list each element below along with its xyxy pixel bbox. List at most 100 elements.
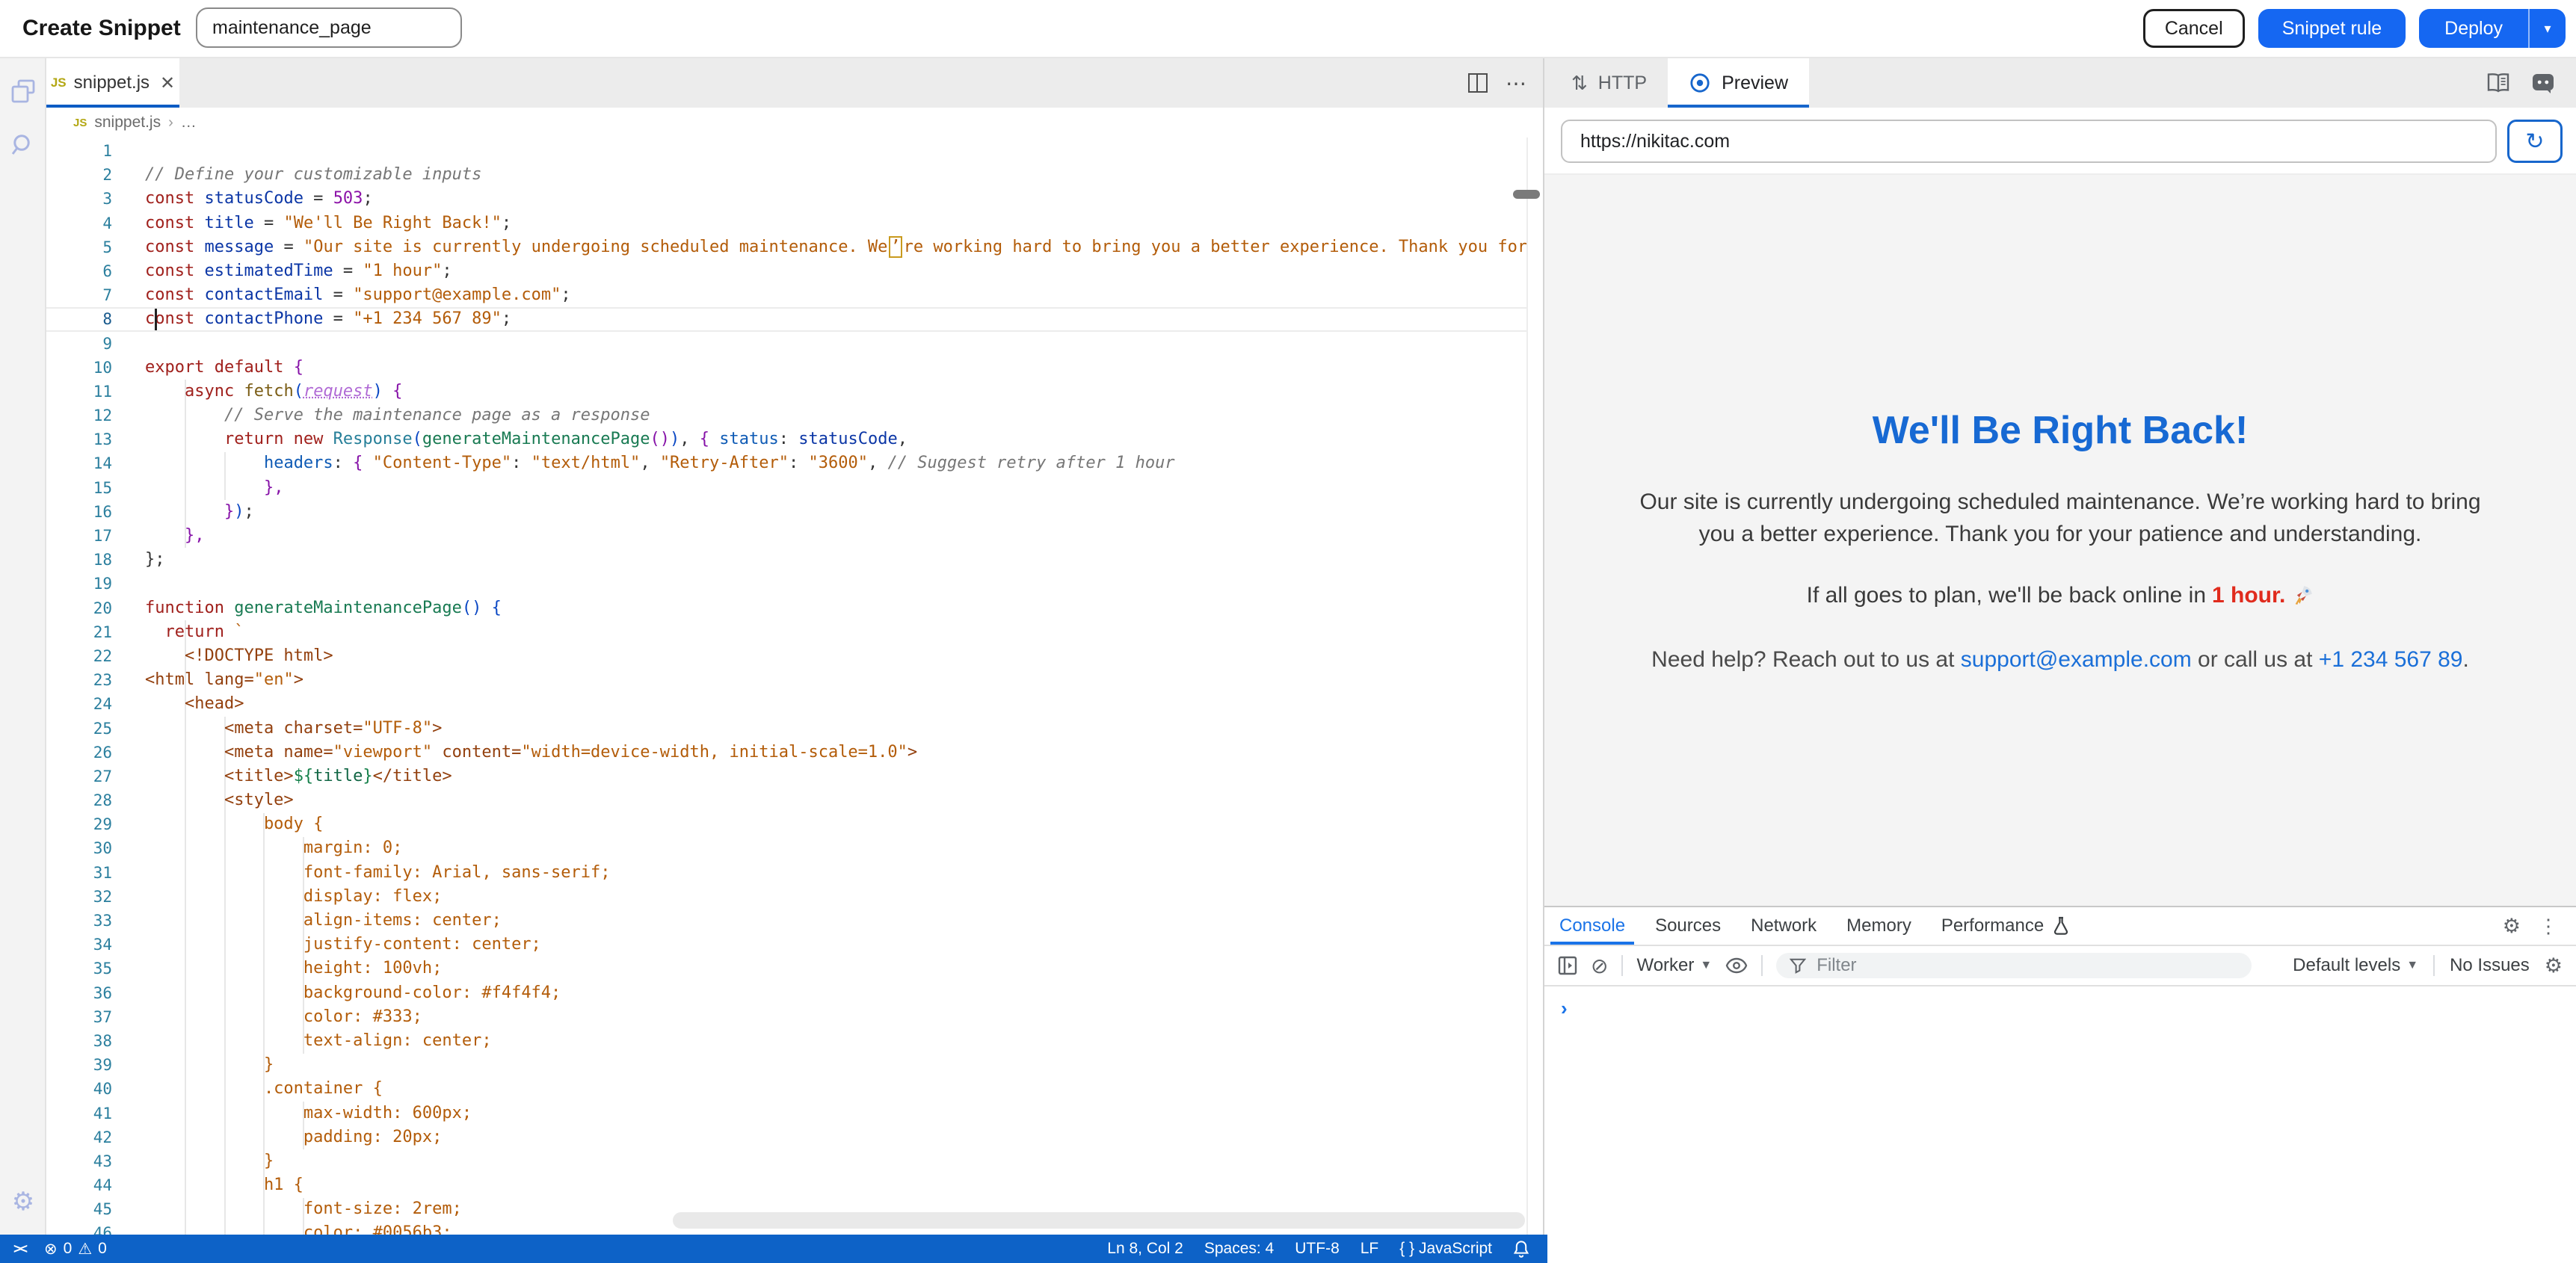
phone-link[interactable]: +1 234 567 89 (2319, 647, 2463, 672)
code-line[interactable]: 37 color: #333; (46, 1005, 1526, 1029)
code-line[interactable]: 7const contactEmail = "support@example.c… (46, 283, 1526, 307)
split-editor-icon[interactable] (1468, 73, 1488, 93)
log-levels-select[interactable]: Default levels ▼ (2293, 955, 2418, 976)
more-actions-icon[interactable]: ⋯ (1506, 71, 1528, 96)
code-line[interactable]: 21 return ` (46, 620, 1526, 644)
settings-gear-icon[interactable]: ⚙ (0, 1181, 46, 1223)
code-line[interactable]: 22 <!DOCTYPE html> (46, 644, 1526, 668)
docs-book-icon[interactable] (2486, 72, 2510, 93)
code-line[interactable]: 28 <style> (46, 788, 1526, 812)
code-line[interactable]: 32 display: flex; (46, 885, 1526, 909)
header: Create Snippet Cancel Snippet rule Deplo… (0, 0, 2576, 58)
code-line[interactable]: 3const statusCode = 503; (46, 187, 1526, 211)
code-line[interactable]: 13 return new Response(generateMaintenan… (46, 427, 1526, 451)
refresh-icon: ↻ (2525, 129, 2544, 155)
code-line[interactable]: 16 }); (46, 500, 1526, 524)
snippet-rule-button[interactable]: Snippet rule (2258, 9, 2406, 48)
devtools-tab-sources[interactable]: Sources (1640, 907, 1736, 945)
files-icon[interactable] (0, 70, 46, 112)
clear-console-icon[interactable]: ⊘ (1591, 954, 1608, 978)
code-line[interactable]: 39 } (46, 1053, 1526, 1077)
code-line[interactable]: 20function generateMaintenancePage() { (46, 596, 1526, 620)
encoding[interactable]: UTF-8 (1295, 1240, 1340, 1258)
problems-indicator[interactable]: ⊗0 ⚠0 (44, 1240, 107, 1259)
code-line[interactable]: 40 .container { (46, 1077, 1526, 1101)
code-line[interactable]: 33 align-items: center; (46, 909, 1526, 933)
code-line[interactable]: 18}; (46, 548, 1526, 572)
code-line[interactable]: 11 async fetch(request) { (46, 380, 1526, 404)
deploy-split-button: Deploy ▾ (2419, 9, 2566, 48)
devtools-settings-icon[interactable]: ⚙ (2503, 915, 2521, 938)
code-line[interactable]: 34 justify-content: center; (46, 933, 1526, 957)
console-filter-input[interactable]: Filter (1776, 953, 2252, 978)
code-line[interactable]: 5const message = "Our site is currently … (46, 235, 1526, 259)
status-bar: >< ⊗0 ⚠0 Ln 8, Col 2 Spaces: 4 UTF-8 LF … (0, 1235, 1547, 1263)
issues-counter[interactable]: No Issues (2450, 955, 2530, 976)
code-line[interactable]: 24 <head> (46, 692, 1526, 716)
devtools-tab-performance[interactable]: Performance (1926, 907, 2059, 945)
code-line[interactable]: 26 <meta name="viewport" content="width=… (46, 741, 1526, 765)
remote-indicator-icon[interactable]: >< (13, 1241, 26, 1257)
cursor-position[interactable]: Ln 8, Col 2 (1107, 1240, 1183, 1258)
code-line[interactable]: 44 h1 { (46, 1173, 1526, 1197)
code-line[interactable]: 36 background-color: #f4f4f4; (46, 981, 1526, 1005)
cancel-button[interactable]: Cancel (2143, 9, 2245, 48)
code-line[interactable]: 25 <meta charset="UTF-8"> (46, 717, 1526, 741)
devtools-tab-memory[interactable]: Memory (1831, 907, 1926, 945)
tab-preview[interactable]: Preview (1668, 58, 1809, 108)
search-icon[interactable] (0, 124, 46, 166)
code-line[interactable]: 23<html lang="en"> (46, 668, 1526, 692)
code-line[interactable]: 2// Define your customizable inputs (46, 163, 1526, 187)
error-icon: ⊗ (44, 1240, 58, 1259)
code-line[interactable]: 29 body { (46, 812, 1526, 836)
code-line[interactable]: 15 }, (46, 476, 1526, 500)
tab-http[interactable]: ⇅ HTTP (1550, 58, 1668, 108)
tab-snippet-js[interactable]: JS snippet.js ✕ (46, 58, 179, 108)
code-line[interactable]: 8const contactPhone = "+1 234 567 89"; (46, 307, 1526, 331)
code-line[interactable]: 6const estimatedTime = "1 hour"; (46, 259, 1526, 283)
code-line[interactable]: 4const title = "We'll Be Right Back!"; (46, 211, 1526, 235)
code-line[interactable]: 31 font-family: Arial, sans-serif; (46, 861, 1526, 885)
console-sidebar-icon[interactable] (1558, 956, 1577, 975)
code-line[interactable]: 19 (46, 572, 1526, 596)
code-line[interactable]: 17 }, (46, 524, 1526, 548)
console-prompt-chevron[interactable]: › (1544, 986, 2576, 1020)
execution-context-select[interactable]: Worker ▼ (1636, 955, 1712, 976)
close-icon[interactable]: ✕ (160, 72, 175, 94)
kebab-menu-icon[interactable]: ⋮ (2539, 915, 2558, 938)
breadcrumb[interactable]: JS snippet.js › … (46, 108, 1543, 138)
editor-pane: JS snippet.js ✕ ⋯ JS snippet.js › … (46, 58, 1543, 1235)
preview-panel: ⇅ HTTP Preview ↻ We'll Be Right Back! Ou… (1543, 58, 2576, 1263)
devtools-tab-network[interactable]: Network (1736, 907, 1831, 945)
code-line[interactable]: 14 headers: { "Content-Type": "text/html… (46, 451, 1526, 475)
code-line[interactable]: 1 (46, 139, 1526, 163)
code-line[interactable]: 42 padding: 20px; (46, 1125, 1526, 1149)
code-line[interactable]: 38 text-align: center; (46, 1029, 1526, 1053)
refresh-button[interactable]: ↻ (2507, 120, 2563, 163)
language-mode[interactable]: { } JavaScript (1399, 1240, 1492, 1258)
eol[interactable]: LF (1361, 1240, 1379, 1258)
rocket-icon (2291, 584, 2314, 607)
horizontal-scrollbar[interactable] (673, 1212, 1525, 1229)
divider (1761, 955, 1763, 976)
code-line[interactable]: 27 <title>${title}</title> (46, 765, 1526, 788)
bell-icon[interactable] (1513, 1240, 1529, 1258)
url-input[interactable] (1561, 120, 2497, 163)
code-line[interactable]: 35 height: 100vh; (46, 957, 1526, 981)
devtools-tab-console[interactable]: Console (1544, 907, 1640, 945)
deploy-dropdown-caret[interactable]: ▾ (2528, 9, 2566, 48)
code-line[interactable]: 30 margin: 0; (46, 836, 1526, 860)
discord-chat-icon[interactable] (2531, 72, 2555, 93)
indentation[interactable]: Spaces: 4 (1204, 1240, 1274, 1258)
live-expression-eye-icon[interactable] (1725, 957, 1748, 974)
code-line[interactable]: 12 // Serve the maintenance page as a re… (46, 404, 1526, 427)
snippet-name-input[interactable] (196, 7, 462, 48)
code-line[interactable]: 10export default { (46, 356, 1526, 380)
code-line[interactable]: 43 } (46, 1149, 1526, 1173)
code-line[interactable]: 41 max-width: 600px; (46, 1102, 1526, 1125)
code-editor[interactable]: 12// Define your customizable inputs3con… (46, 138, 1543, 1235)
code-line[interactable]: 9 (46, 332, 1526, 356)
support-email-link[interactable]: support@example.com (1961, 647, 2192, 672)
deploy-button[interactable]: Deploy (2419, 9, 2528, 48)
console-settings-icon[interactable]: ⚙ (2545, 954, 2563, 978)
